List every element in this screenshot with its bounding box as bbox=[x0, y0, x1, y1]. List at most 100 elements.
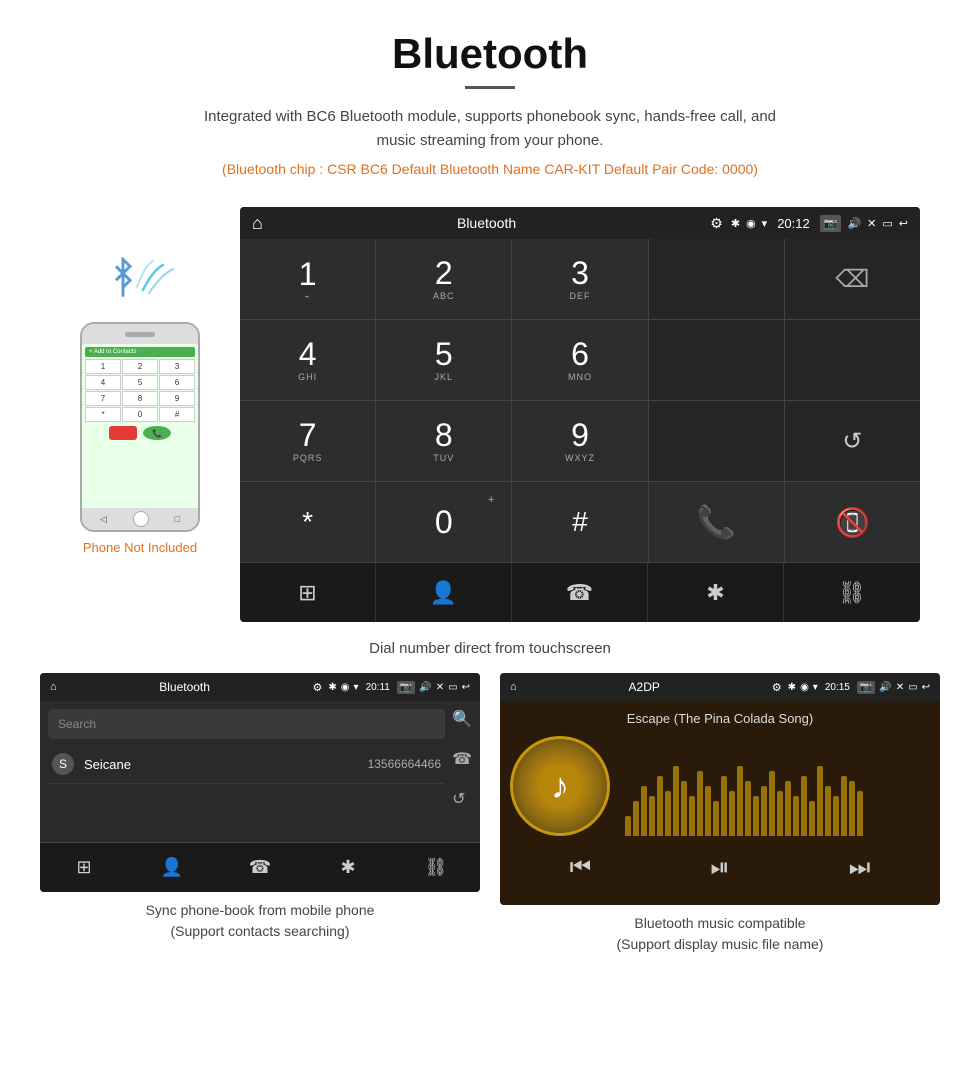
music-bar bbox=[745, 781, 751, 836]
phone-home-button bbox=[133, 511, 149, 527]
music-bar bbox=[681, 781, 687, 836]
phone-side-icon[interactable]: ☎ bbox=[452, 749, 472, 769]
cnav-bluetooth[interactable]: ✱ bbox=[304, 843, 392, 892]
music-bar bbox=[817, 766, 823, 836]
main-caption: Dial number direct from touchscreen bbox=[0, 632, 980, 673]
music-bar bbox=[633, 801, 639, 836]
key-star[interactable]: * bbox=[240, 482, 375, 562]
key-9[interactable]: 9WXYZ bbox=[512, 401, 647, 481]
music-bar bbox=[833, 796, 839, 836]
cnav-link[interactable]: ⛓ bbox=[392, 843, 480, 892]
cnav-dialpad[interactable]: ⊞ bbox=[40, 843, 128, 892]
music-bar bbox=[721, 776, 727, 836]
window-icon[interactable]: ▭ bbox=[882, 217, 892, 230]
pb-usb-icon: ⚙ bbox=[313, 681, 323, 694]
mus-home-icon[interactable]: ⌂ bbox=[510, 681, 517, 693]
music-bar bbox=[665, 791, 671, 836]
subtitle: Integrated with BC6 Bluetooth module, su… bbox=[190, 105, 790, 153]
key-empty-1 bbox=[649, 239, 784, 319]
camera-icon[interactable]: 📷 bbox=[820, 215, 842, 232]
key-7[interactable]: 7PQRS bbox=[240, 401, 375, 481]
location-icon: ◉ bbox=[746, 217, 756, 230]
volume-icon[interactable]: 🔊 bbox=[847, 217, 861, 230]
nav-contacts[interactable]: 👤 bbox=[376, 563, 512, 622]
music-bar bbox=[649, 796, 655, 836]
pb-title: Bluetooth bbox=[63, 680, 307, 694]
music-bar bbox=[857, 791, 863, 836]
mus-caption-2: (Support display music file name) bbox=[617, 936, 824, 952]
music-visualizer bbox=[625, 736, 930, 836]
key-8[interactable]: 8TUV bbox=[376, 401, 511, 481]
bottom-screens: ⌂ Bluetooth ⚙ ✱◉▾ 20:11 📷 🔊 ✕ ▭ ↩ Search bbox=[0, 673, 980, 965]
main-device-title: Bluetooth bbox=[271, 215, 702, 231]
nav-dialpad[interactable]: ⊞ bbox=[240, 563, 376, 622]
phone-side: + Add to Contacts 123 456 789 *0# 📞 ◁ □ … bbox=[60, 247, 220, 555]
phone-header-green: + Add to Contacts bbox=[85, 347, 195, 357]
main-device-screen: ⌂ Bluetooth ⚙ ✱ ◉ ▾ 20:12 📷 🔊 ✕ ▭ ↩ 1⌁ bbox=[240, 207, 920, 622]
reload-side-icon[interactable]: ↺ bbox=[452, 789, 472, 809]
chip-info: (Bluetooth chip : CSR BC6 Default Blueto… bbox=[20, 161, 960, 177]
mus-close[interactable]: ✕ bbox=[896, 682, 904, 693]
search-bar[interactable]: Search bbox=[48, 709, 445, 739]
music-bar bbox=[793, 796, 799, 836]
search-side-icon[interactable]: 🔍 bbox=[452, 709, 472, 729]
pb-home-icon[interactable]: ⌂ bbox=[50, 681, 57, 693]
nav-bluetooth[interactable]: ✱ bbox=[648, 563, 784, 622]
phone-mock: + Add to Contacts 123 456 789 *0# 📞 ◁ □ bbox=[80, 322, 200, 532]
mus-time: 20:15 bbox=[825, 682, 850, 693]
pb-status-icons: ✱◉▾ 20:11 📷 🔊 ✕ ▭ ↩ bbox=[328, 681, 470, 694]
key-5[interactable]: 5JKL bbox=[376, 320, 511, 400]
bluetooth-signal bbox=[95, 247, 185, 317]
music-bar bbox=[713, 801, 719, 836]
cnav-phone[interactable]: ☎ bbox=[216, 843, 304, 892]
next-button[interactable]: ⏭ bbox=[829, 846, 891, 890]
music-block: ⌂ A2DP ⚙ ✱◉▾ 20:15 📷 🔊 ✕ ▭ ↩ Escape (The… bbox=[500, 673, 940, 955]
pb-window[interactable]: ▭ bbox=[448, 682, 457, 693]
key-call-green[interactable]: 📞 bbox=[649, 482, 784, 562]
music-bar bbox=[809, 801, 815, 836]
phonebook-caption: Sync phone-book from mobile phone (Suppo… bbox=[146, 900, 375, 942]
music-bar bbox=[673, 766, 679, 836]
pb-close[interactable]: ✕ bbox=[436, 682, 444, 693]
mus-camera[interactable]: 📷 bbox=[857, 681, 875, 694]
key-2[interactable]: 2ABC bbox=[376, 239, 511, 319]
key-3[interactable]: 3DEF bbox=[512, 239, 647, 319]
music-bar bbox=[841, 776, 847, 836]
key-call-red[interactable]: 📵 bbox=[785, 482, 920, 562]
phonebook-status-bar: ⌂ Bluetooth ⚙ ✱◉▾ 20:11 📷 🔊 ✕ ▭ ↩ bbox=[40, 673, 480, 701]
contact-row[interactable]: S Seicane 13566664466 bbox=[48, 745, 445, 784]
phone-not-included-label: Phone Not Included bbox=[83, 540, 197, 555]
prev-button[interactable]: ⏮ bbox=[550, 846, 612, 890]
back-icon[interactable]: ↩ bbox=[899, 217, 908, 230]
close-icon[interactable]: ✕ bbox=[867, 217, 876, 230]
nav-phone[interactable]: ☎ bbox=[512, 563, 648, 622]
signal-arcs bbox=[133, 255, 183, 305]
key-0[interactable]: 0+ bbox=[376, 482, 511, 562]
pb-volume[interactable]: 🔊 bbox=[419, 682, 431, 693]
key-reload[interactable]: ↺ bbox=[785, 401, 920, 481]
music-bar bbox=[729, 791, 735, 836]
main-status-bar: ⌂ Bluetooth ⚙ ✱ ◉ ▾ 20:12 📷 🔊 ✕ ▭ ↩ bbox=[240, 207, 920, 239]
play-pause-button[interactable]: ⏯ bbox=[690, 846, 749, 890]
phone-speaker bbox=[125, 332, 155, 337]
mus-back[interactable]: ↩ bbox=[922, 682, 930, 693]
key-1[interactable]: 1⌁ bbox=[240, 239, 375, 319]
home-icon[interactable]: ⌂ bbox=[252, 213, 263, 234]
nav-link[interactable]: ⛓ bbox=[784, 563, 920, 622]
key-4[interactable]: 4GHI bbox=[240, 320, 375, 400]
music-controls: ⏮ ⏯ ⏭ bbox=[510, 836, 930, 895]
cnav-contacts[interactable]: 👤 bbox=[128, 843, 216, 892]
album-art: ♪ bbox=[510, 736, 610, 836]
music-bar bbox=[801, 776, 807, 836]
music-bar bbox=[769, 771, 775, 836]
pb-camera[interactable]: 📷 bbox=[397, 681, 415, 694]
key-empty-2 bbox=[649, 320, 784, 400]
key-6[interactable]: 6MNO bbox=[512, 320, 647, 400]
mus-volume[interactable]: 🔊 bbox=[879, 682, 891, 693]
mus-window[interactable]: ▭ bbox=[908, 682, 917, 693]
key-backspace[interactable]: ⌫ bbox=[785, 239, 920, 319]
main-bottom-nav: ⊞ 👤 ☎ ✱ ⛓ bbox=[240, 562, 920, 622]
key-hash[interactable]: # bbox=[512, 482, 647, 562]
music-caption: Bluetooth music compatible (Support disp… bbox=[617, 913, 824, 955]
pb-back[interactable]: ↩ bbox=[462, 682, 470, 693]
